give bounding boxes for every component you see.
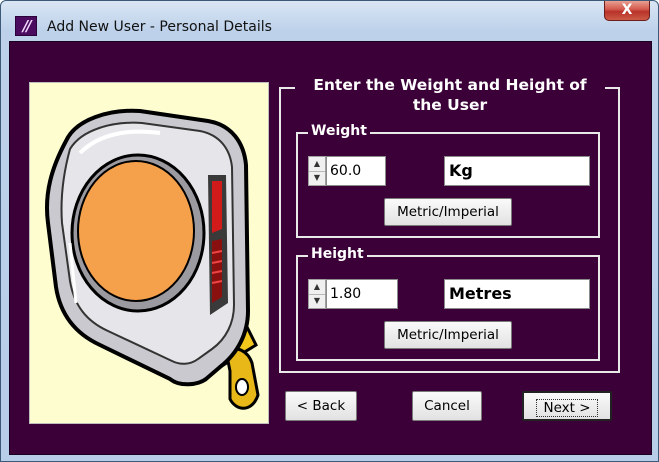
tape-measure-icon [44, 108, 260, 410]
spin-up-arrow-icon[interactable]: ▲ [309, 280, 325, 295]
weight-metric-imperial-button[interactable]: Metric/Imperial [384, 198, 512, 226]
title-bar[interactable]: // Add New User - Personal Details X [1, 1, 658, 41]
weight-spinner[interactable]: ▲ ▼ [308, 156, 326, 186]
height-input[interactable]: 1.80 [326, 279, 398, 309]
weight-input[interactable]: 60.0 [326, 156, 386, 186]
spin-up-arrow-icon[interactable]: ▲ [309, 157, 325, 172]
height-group-title: Height [308, 246, 367, 262]
spin-down-arrow-icon[interactable]: ▼ [309, 294, 325, 308]
picture-panel [29, 82, 269, 424]
group-title: Enter the Weight and Height of the User [295, 75, 605, 115]
close-button[interactable]: X [604, 1, 650, 21]
height-spinner[interactable]: ▲ ▼ [308, 279, 326, 309]
next-button-label: Next > [536, 399, 598, 417]
weight-unit-field: Kg [444, 156, 590, 186]
back-button[interactable]: < Back [285, 391, 357, 421]
window-title: Add New User - Personal Details [47, 19, 272, 35]
height-unit-field: Metres [444, 279, 590, 309]
app-icon: // [15, 16, 37, 36]
height-metric-imperial-button[interactable]: Metric/Imperial [384, 321, 512, 349]
cancel-button[interactable]: Cancel [412, 391, 482, 421]
spin-down-arrow-icon[interactable]: ▼ [309, 171, 325, 185]
dialog-client-area: Enter the Weight and Height of the User … [9, 41, 652, 455]
dialog-window: // Add New User - Personal Details X Ent… [0, 0, 659, 462]
weight-group-title: Weight [308, 123, 370, 139]
height-group: Height ▲ ▼ 1.80 Metres Metric/Imperial [296, 246, 600, 361]
weight-group: Weight ▲ ▼ 60.0 Kg Metric/Imperial [296, 123, 600, 238]
next-button[interactable]: Next > [522, 391, 612, 421]
